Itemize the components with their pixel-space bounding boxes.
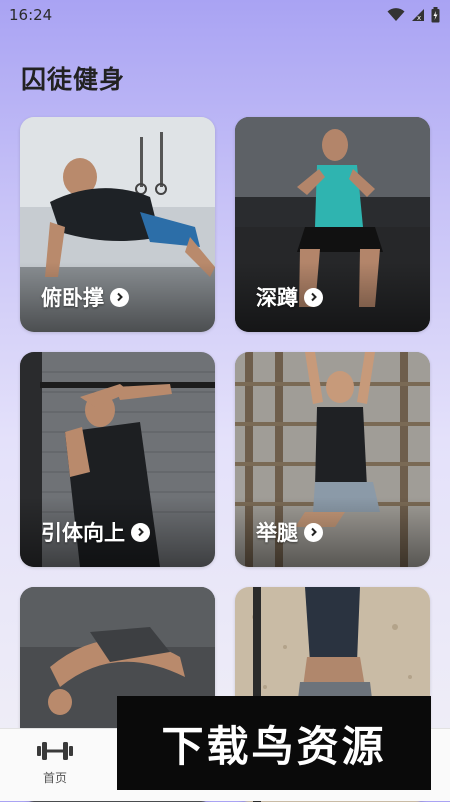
chevron-right-icon	[304, 522, 323, 542]
status-bar: 16:24 x	[0, 0, 450, 32]
card-label: 深蹲	[256, 282, 323, 312]
wifi-icon	[387, 8, 405, 21]
chevron-right-icon	[304, 287, 323, 307]
chevron-right-icon	[131, 522, 150, 542]
card-squat[interactable]: 深蹲	[235, 117, 430, 332]
card-label: 俯卧撑	[41, 282, 129, 312]
page-title: 囚徒健身	[21, 65, 126, 94]
watermark-text: 下载鸟资源	[161, 721, 387, 771]
card-pushup[interactable]: 俯卧撑	[20, 117, 215, 332]
chevron-right-icon	[110, 287, 129, 307]
card-title: 深蹲	[256, 286, 298, 310]
tab-home[interactable]: 首页	[20, 739, 90, 786]
card-title: 俯卧撑	[41, 286, 104, 310]
dumbbell-icon	[37, 742, 73, 760]
battery-icon	[431, 7, 440, 23]
status-icons: x	[387, 7, 440, 23]
card-label: 引体向上	[41, 517, 150, 547]
card-pullup[interactable]: 引体向上	[20, 352, 215, 567]
card-title: 举腿	[256, 521, 298, 545]
card-title: 引体向上	[41, 521, 125, 545]
card-leg-raise[interactable]: 举腿	[235, 352, 430, 567]
tab-home-label: 首页	[42, 771, 67, 785]
watermark-banner: 下载鸟资源	[117, 696, 431, 790]
signal-icon: x	[412, 9, 424, 22]
svg-text:x: x	[417, 14, 421, 22]
status-time: 16:24	[9, 6, 53, 24]
card-label: 举腿	[256, 517, 323, 547]
